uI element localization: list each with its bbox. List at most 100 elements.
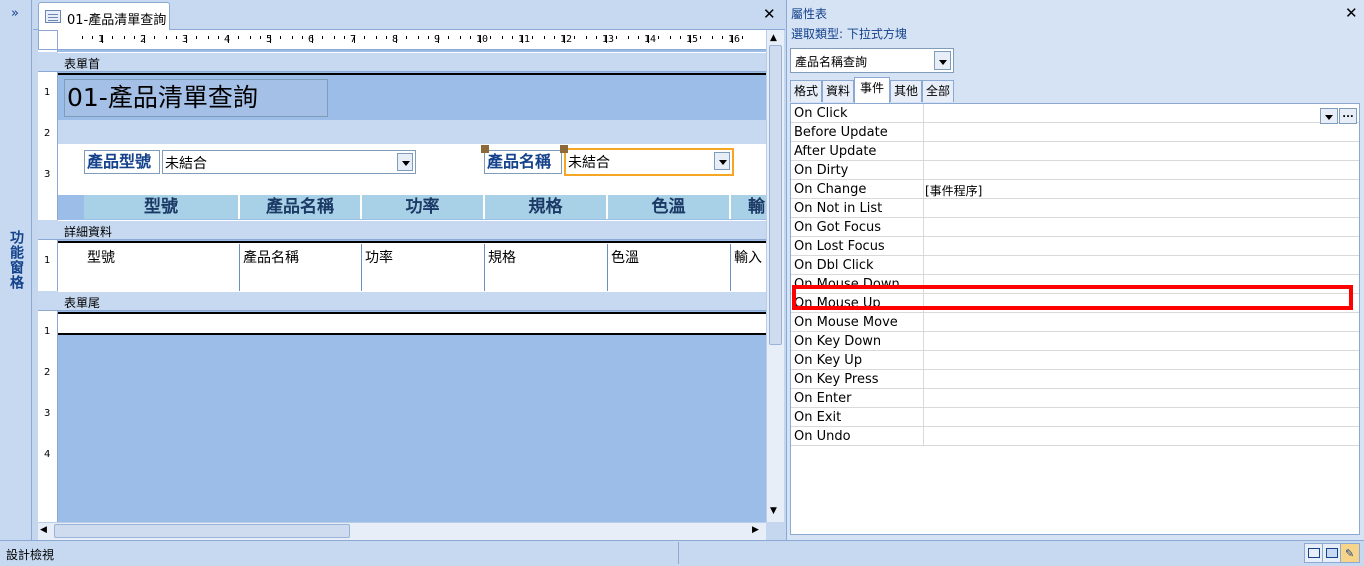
status-divider [678,542,679,564]
scroll-right-icon[interactable]: ▶ [752,525,759,535]
ruler-tick [606,35,607,43]
tab-other[interactable]: 其他 [890,80,922,102]
ruler-mark: 15 [686,34,699,45]
dropdown-arrow-icon[interactable] [934,51,951,70]
form-title-label[interactable]: 01-產品清單查詢 [64,79,328,117]
vertical-ruler[interactable]: 1 2 3 1 1 2 3 4 [38,50,58,522]
ruler-tick [490,36,491,39]
horizontal-scrollbar[interactable]: ◀ ▶ [38,522,766,540]
move-handle[interactable] [481,145,489,153]
navigation-pane: » 功能窗格 [0,0,32,540]
property-sheet-title: 屬性表 [791,7,828,21]
column-header[interactable]: 功率 [362,195,485,219]
detail-textbox[interactable]: 輸入 [731,244,766,292]
scroll-up-icon[interactable]: ▲ [770,33,777,43]
form-icon [45,10,61,23]
detail-textbox[interactable]: 功率 [362,244,485,292]
ruler-tick [680,36,681,39]
property-row[interactable]: On Click [791,104,1359,123]
detail-textbox[interactable]: 規格 [485,244,608,292]
ruler-tick [742,36,743,39]
scroll-thumb[interactable] [769,45,782,345]
hscroll-thumb[interactable] [54,524,350,538]
property-row[interactable]: On Not in List [791,199,1359,218]
property-value[interactable]: [事件程序] [925,182,982,199]
detail-textbox[interactable]: 型號 [84,244,240,292]
property-row[interactable]: On Dirty [791,161,1359,180]
property-row[interactable]: Before Update [791,123,1359,142]
detail-label: 詳細資料 [64,225,113,239]
property-row[interactable]: On Change [事件程序] [791,180,1359,199]
tab-all[interactable]: 全部 [922,80,954,102]
dropdown-arrow-icon[interactable] [714,152,730,170]
property-row[interactable]: After Update [791,142,1359,161]
ruler-tick [700,36,701,39]
vertical-scrollbar[interactable]: ▲ ▼ [766,30,784,522]
form-header-label: 表單首 [64,57,101,71]
form-header-bar[interactable]: 表單首 [58,52,766,72]
horizontal-ruler[interactable]: 12345678910111213141516 [58,30,766,50]
property-row[interactable]: On Enter [791,389,1359,408]
ruler-tick [574,36,575,39]
name-combo[interactable]: 未結合 [564,148,734,176]
ruler-tick [376,36,377,39]
column-divider [923,199,924,218]
form-selector[interactable] [38,30,58,50]
tab-event[interactable]: 事件 [854,77,890,103]
layout-view-icon[interactable] [1322,543,1342,563]
property-row[interactable]: On Dbl Click [791,256,1359,275]
detail-bar[interactable]: 詳細資料 [58,220,766,240]
ruler-tick [544,36,545,39]
property-sheet: 屬性表 ✕ 選取類型: 下拉式方塊 產品名稱查詢 格式 資料 事件 其他 全部 … [786,0,1364,540]
property-row[interactable]: On Exit [791,408,1359,427]
column-header[interactable]: 型號 [84,195,240,219]
name-label[interactable]: 產品名稱 [484,150,562,174]
model-label[interactable]: 產品型號 [84,150,160,174]
close-document-icon[interactable]: ✕ [763,5,776,23]
property-name: On Key Up [794,353,863,368]
column-divider [923,351,924,370]
column-header[interactable]: 色溫 [608,195,731,219]
property-row[interactable]: On Lost Focus [791,237,1359,256]
column-divider [923,180,924,199]
ruler-tick [302,36,303,39]
detail-fields-row: 型號 產品名稱 功率 規格 色溫 輸入 [84,244,766,292]
dropdown-arrow-icon[interactable] [397,153,413,171]
column-divider [923,370,924,389]
ruler-tick [670,36,671,39]
form-view-icon[interactable] [1304,543,1324,563]
property-row[interactable]: On Undo [791,427,1359,446]
dropdown-arrow-icon[interactable] [1320,108,1338,124]
form-footer-bar[interactable]: 表單尾 [58,291,766,311]
expand-nav-button[interactable]: » [4,4,26,24]
ruler-separator [38,291,58,311]
model-combo[interactable]: 未結合 [162,150,416,174]
tab-data[interactable]: 資料 [822,80,854,102]
property-row[interactable]: On Key Down [791,332,1359,351]
object-selector[interactable]: 產品名稱查詢 [790,48,954,73]
column-header[interactable]: 輸 [731,195,766,219]
form-design-surface[interactable]: 12345678910111213141516 12311234 表單首 01-… [38,30,766,522]
close-property-sheet-icon[interactable]: ✕ [1345,4,1358,22]
ruler-tick [418,36,419,39]
property-row[interactable]: On Got Focus [791,218,1359,237]
ruler-mark: 12 [560,34,573,45]
property-row[interactable]: On Key Press [791,370,1359,389]
ruler-tick [596,36,597,39]
design-view-icon[interactable]: ✎ [1340,543,1360,563]
nav-pane-label[interactable]: 功能窗格 [6,230,26,290]
detail-textbox[interactable]: 色溫 [608,244,731,292]
move-handle[interactable] [560,145,568,153]
column-header[interactable]: 產品名稱 [240,195,362,219]
detail-textbox[interactable]: 產品名稱 [240,244,362,292]
property-row[interactable]: On Key Up [791,351,1359,370]
builder-button[interactable]: ... [1339,108,1357,124]
scroll-down-icon[interactable]: ▼ [770,506,777,516]
document-tab[interactable]: 01-產品清單查詢 [38,2,170,30]
property-row[interactable]: On Mouse Move [791,313,1359,332]
status-text: 設計檢視 [6,548,55,562]
column-header[interactable]: 規格 [485,195,608,219]
tab-format[interactable]: 格式 [790,80,822,102]
status-bar: 設計檢視 ✎ [0,540,1364,566]
scroll-left-icon[interactable]: ◀ [40,525,47,535]
